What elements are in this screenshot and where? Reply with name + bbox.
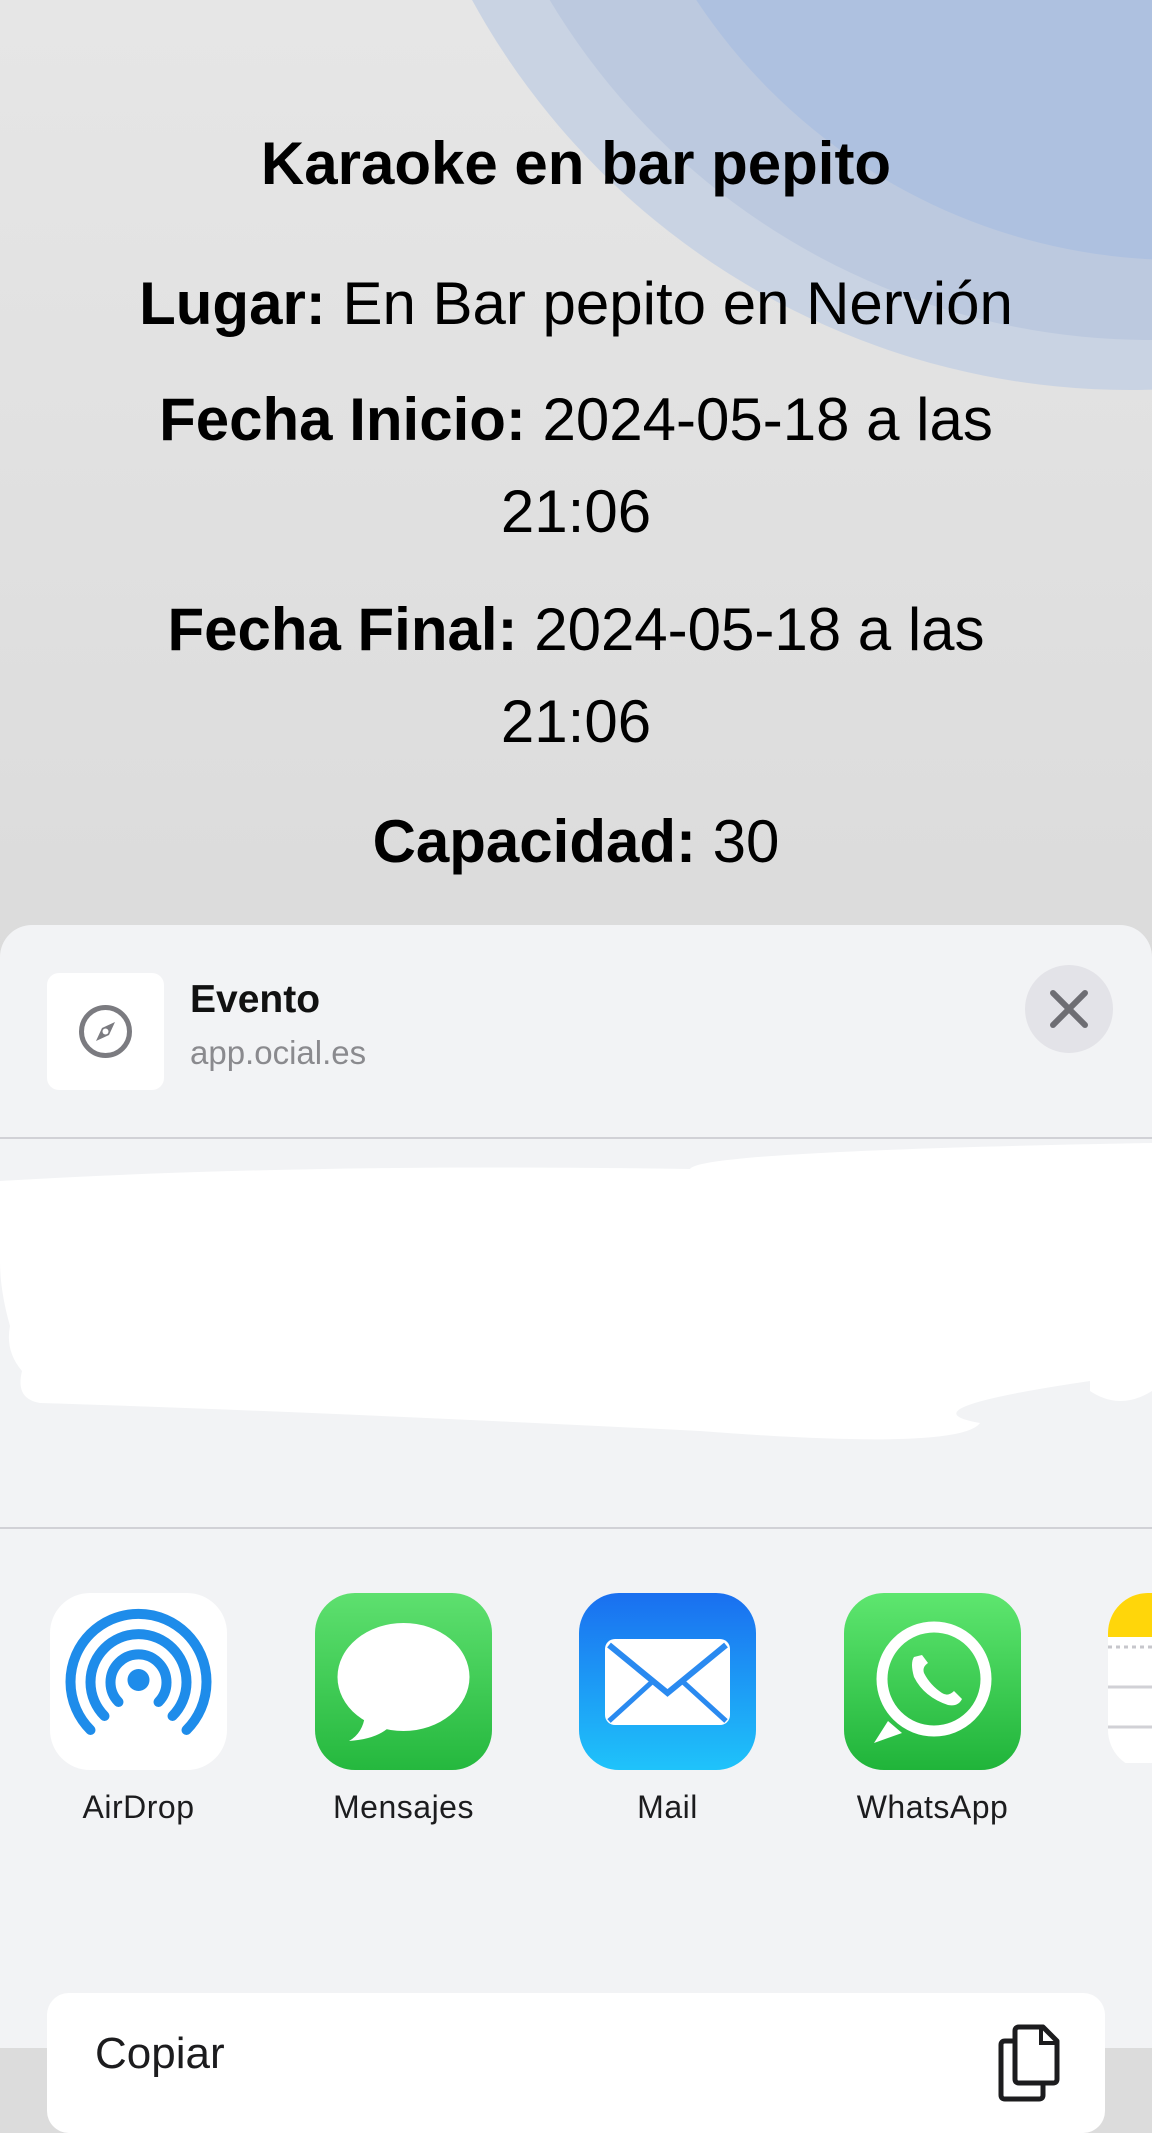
share-app-mail[interactable]: Mail [539, 1593, 759, 1825]
redacted-area [0, 1143, 1152, 1440]
share-url: app.ocial.es [190, 1034, 367, 1071]
copy-label: Copiar [95, 2029, 225, 2078]
capacity-value: 30 [712, 808, 780, 875]
whatsapp-label: WhatsApp [856, 1789, 1009, 1825]
start-date-value: 2024-05-18 a las [542, 386, 993, 453]
share-sheet-header: Evento app.ocial.es [0, 925, 1152, 1137]
copy-icon [998, 2024, 1060, 2102]
copy-action[interactable]: Copiar [47, 1993, 1105, 2133]
share-app-notes[interactable] [1068, 1593, 1152, 1763]
start-time-value: 21:06 [500, 478, 652, 545]
close-icon [1050, 990, 1088, 1028]
share-app-airdrop[interactable]: AirDrop [10, 1593, 230, 1825]
messages-label: Mensajes [333, 1789, 474, 1825]
whatsapp-icon [844, 1593, 1021, 1770]
compass-icon [79, 1005, 132, 1058]
start-date-label: Fecha Inicio: [159, 386, 526, 453]
airdrop-label: AirDrop [82, 1789, 195, 1825]
event-location: Lugar: En Bar pepito en Nervión [90, 258, 1062, 350]
people-divider [0, 1527, 1152, 1529]
share-sheet: Evento app.ocial.es AirDrop Mensajes Mai… [0, 925, 1152, 2048]
share-title: Evento [190, 978, 321, 1021]
messages-icon [315, 1593, 492, 1770]
end-date-value: 2024-05-18 a las [534, 596, 985, 663]
mail-icon [579, 1593, 756, 1770]
share-app-whatsapp[interactable]: WhatsApp [804, 1593, 1024, 1825]
end-time-value: 21:06 [500, 688, 652, 755]
notes-icon [1108, 1593, 1152, 1763]
site-favicon [47, 973, 164, 1090]
event-start-date: Fecha Inicio: 2024-05-18 a las 21:06 [90, 374, 1062, 558]
header-divider [0, 1137, 1152, 1139]
event-capacity: Capacidad: 30 [90, 796, 1062, 888]
close-button[interactable] [1025, 965, 1113, 1053]
location-value: En Bar pepito en Nervión [342, 270, 1013, 337]
capacity-label: Capacidad: [372, 808, 696, 875]
mail-label: Mail [637, 1789, 698, 1825]
location-label: Lugar: [139, 270, 326, 337]
share-apps-row: AirDrop Mensajes Mail WhatsApp [0, 1593, 1152, 1825]
event-title: Karaoke en bar pepito [260, 130, 892, 197]
share-app-messages[interactable]: Mensajes [275, 1593, 495, 1825]
airdrop-icon [50, 1593, 227, 1770]
event-end-date: Fecha Final: 2024-05-18 a las 21:06 [90, 584, 1062, 768]
end-date-label: Fecha Final: [167, 596, 518, 663]
